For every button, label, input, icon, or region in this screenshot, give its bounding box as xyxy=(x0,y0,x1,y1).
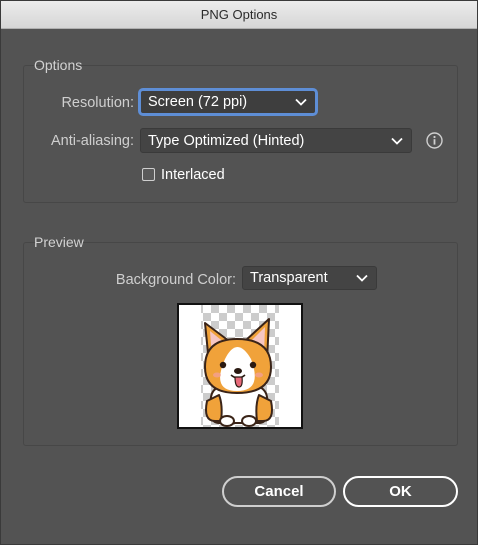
info-icon[interactable] xyxy=(426,132,443,149)
anti-aliasing-label: Anti-aliasing: xyxy=(50,133,134,149)
ok-button[interactable]: OK xyxy=(343,476,458,507)
background-color-label: Background Color: xyxy=(115,272,236,288)
title-bar[interactable]: PNG Options xyxy=(1,1,477,29)
anti-aliasing-select[interactable]: Type Optimized (Hinted) xyxy=(140,128,412,153)
resolution-value: Screen (72 ppi) xyxy=(148,94,248,110)
preview-group-label: Preview xyxy=(34,234,84,250)
resolution-select[interactable]: Screen (72 ppi) xyxy=(140,90,316,114)
preview-image-frame xyxy=(177,303,303,429)
chevron-down-icon xyxy=(391,137,403,145)
cancel-button[interactable]: Cancel xyxy=(222,476,336,507)
window-title: PNG Options xyxy=(200,7,278,22)
chevron-down-icon xyxy=(356,274,368,282)
corgi-preview-image xyxy=(201,305,279,427)
background-color-value: Transparent xyxy=(250,270,328,286)
png-options-dialog: PNG Options Options Resolution: Screen (… xyxy=(0,0,478,545)
anti-aliasing-value: Type Optimized (Hinted) xyxy=(148,132,305,149)
background-color-select[interactable]: Transparent xyxy=(242,266,377,290)
chevron-down-icon xyxy=(295,98,307,106)
interlaced-label[interactable]: Interlaced xyxy=(161,167,225,183)
options-group-label: Options xyxy=(34,57,83,73)
resolution-label: Resolution: xyxy=(61,95,134,111)
interlaced-checkbox[interactable] xyxy=(142,168,155,181)
